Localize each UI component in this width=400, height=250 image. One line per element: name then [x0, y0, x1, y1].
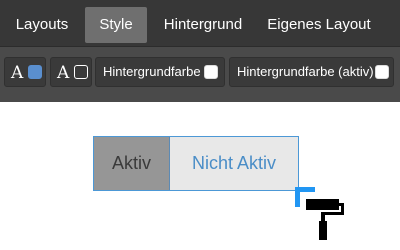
tab-hintergrund[interactable]: Hintergrund — [158, 7, 248, 43]
tab-layouts[interactable]: Layouts — [6, 7, 78, 43]
style-editor: Layouts Style Hintergrund Eigenes Layout… — [0, 0, 400, 250]
background-color-label: Hintergrundfarbe — [103, 64, 201, 79]
paint-roller-icon — [306, 199, 344, 240]
font-a-icon: A — [11, 63, 24, 83]
tab-bar: Layouts Style Hintergrund Eigenes Layout — [0, 0, 400, 46]
tab-style[interactable]: Style — [85, 7, 147, 43]
background-color-swatch — [204, 65, 218, 79]
background-color-active-swatch — [375, 65, 389, 79]
style-toolbar: A A Hintergrundfarbe Hintergrundfarbe (a… — [0, 46, 400, 102]
preview-active-item[interactable]: Aktiv — [94, 137, 170, 190]
background-color-button[interactable]: Hintergrundfarbe — [95, 57, 225, 87]
font-color-active-button[interactable]: A — [4, 57, 46, 87]
background-color-active-label: Hintergrundfarbe (aktiv) — [237, 64, 374, 79]
preview-inactive-item[interactable]: Nicht Aktiv — [170, 137, 298, 190]
font-color-inactive-button[interactable]: A — [50, 57, 92, 87]
background-color-active-button[interactable]: Hintergrundfarbe (aktiv) — [229, 57, 394, 87]
font-color-inactive-swatch — [74, 65, 88, 79]
style-preview: Aktiv Nicht Aktiv — [93, 136, 299, 191]
font-color-active-swatch — [28, 65, 42, 79]
font-a-icon: A — [57, 63, 70, 83]
tab-eigenes-layout[interactable]: Eigenes Layout — [259, 7, 379, 43]
